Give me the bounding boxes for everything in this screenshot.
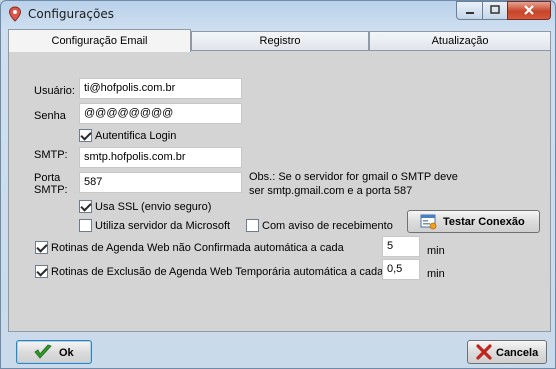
porta-label-line1: Porta [34, 172, 61, 184]
cancel-button[interactable]: Cancela [467, 340, 547, 364]
green-check-icon [34, 344, 52, 359]
ok-button[interactable]: Ok [16, 340, 92, 364]
close-button[interactable] [507, 1, 551, 20]
maximize-icon [490, 5, 500, 14]
configuracoes-window: Configurações Configuração Email Registr… [0, 0, 556, 369]
tab-atualizacao[interactable]: Atualização [369, 31, 551, 51]
maximize-button[interactable] [482, 1, 508, 20]
tab-strip: Configuração Email Registro Atualização [8, 29, 551, 52]
smtp-label: SMTP: [34, 149, 68, 161]
cancel-label: Cancela [496, 347, 539, 359]
usa-ssl-checkbox[interactable] [79, 200, 92, 213]
minimize-button[interactable] [456, 1, 483, 20]
tab-registro[interactable]: Registro [191, 31, 369, 51]
red-x-icon [476, 344, 492, 360]
servidor-microsoft-checkbox[interactable] [79, 219, 92, 232]
location-pin-icon [8, 6, 22, 22]
aviso-recebimento-checkbox[interactable] [246, 219, 259, 232]
aviso-recebimento-label: Com aviso de recebimento [262, 220, 393, 232]
usuario-input[interactable]: ti@hofpolis.com.br [79, 78, 242, 99]
smtp-input[interactable]: smtp.hofpolis.com.br [79, 147, 242, 168]
usuario-label: Usuário: [34, 85, 75, 97]
rotina-agenda-unit: min [427, 245, 445, 257]
title-bar[interactable]: Configurações [1, 1, 555, 27]
rotina-exclusao-unit: min [427, 268, 445, 280]
minimize-icon [465, 12, 474, 14]
rotina-agenda-checkbox[interactable] [35, 241, 48, 254]
obs-text-line1: Obs.: Se o servidor for gmail o SMTP dev… [249, 171, 458, 183]
ok-label: Ok [59, 347, 74, 359]
tab-configuracao-email[interactable]: Configuração Email [8, 29, 191, 52]
close-icon [524, 5, 534, 15]
email-settings-panel: Usuário: ti@hofpolis.com.br Senha @@@@@@… [8, 50, 551, 332]
senha-input[interactable]: @@@@@@@@ [79, 103, 242, 124]
usa-ssl-label: Usa SSL (envio seguro) [95, 201, 212, 213]
obs-text-line2: ser smtp.gmail.com e a porta 587 [249, 185, 413, 197]
testar-conexao-label: Testar Conexão [443, 216, 525, 228]
window-title: Configurações [28, 7, 114, 21]
senha-label: Senha [34, 110, 66, 122]
porta-input[interactable]: 587 [79, 172, 242, 193]
rotina-exclusao-checkbox[interactable] [35, 265, 48, 278]
autentifica-login-label: Autentifica Login [95, 130, 177, 142]
rotina-exclusao-input[interactable]: 0,5 [382, 259, 420, 280]
rotina-exclusao-label: Rotinas de Exclusão de Agenda Web Tempor… [51, 266, 384, 278]
rotina-agenda-input[interactable]: 5 [382, 236, 420, 257]
rotina-agenda-label: Rotinas de Agenda Web não Confirmada aut… [51, 242, 344, 254]
testar-conexao-button[interactable]: Testar Conexão [407, 210, 540, 233]
dialog-button-bar: Ok Cancela [8, 334, 551, 368]
connection-test-icon [420, 214, 437, 230]
servidor-microsoft-label: Utiliza servidor da Microsoft [95, 220, 231, 232]
porta-label-line2: SMTP: [34, 184, 68, 196]
autentifica-login-checkbox[interactable] [79, 129, 92, 142]
